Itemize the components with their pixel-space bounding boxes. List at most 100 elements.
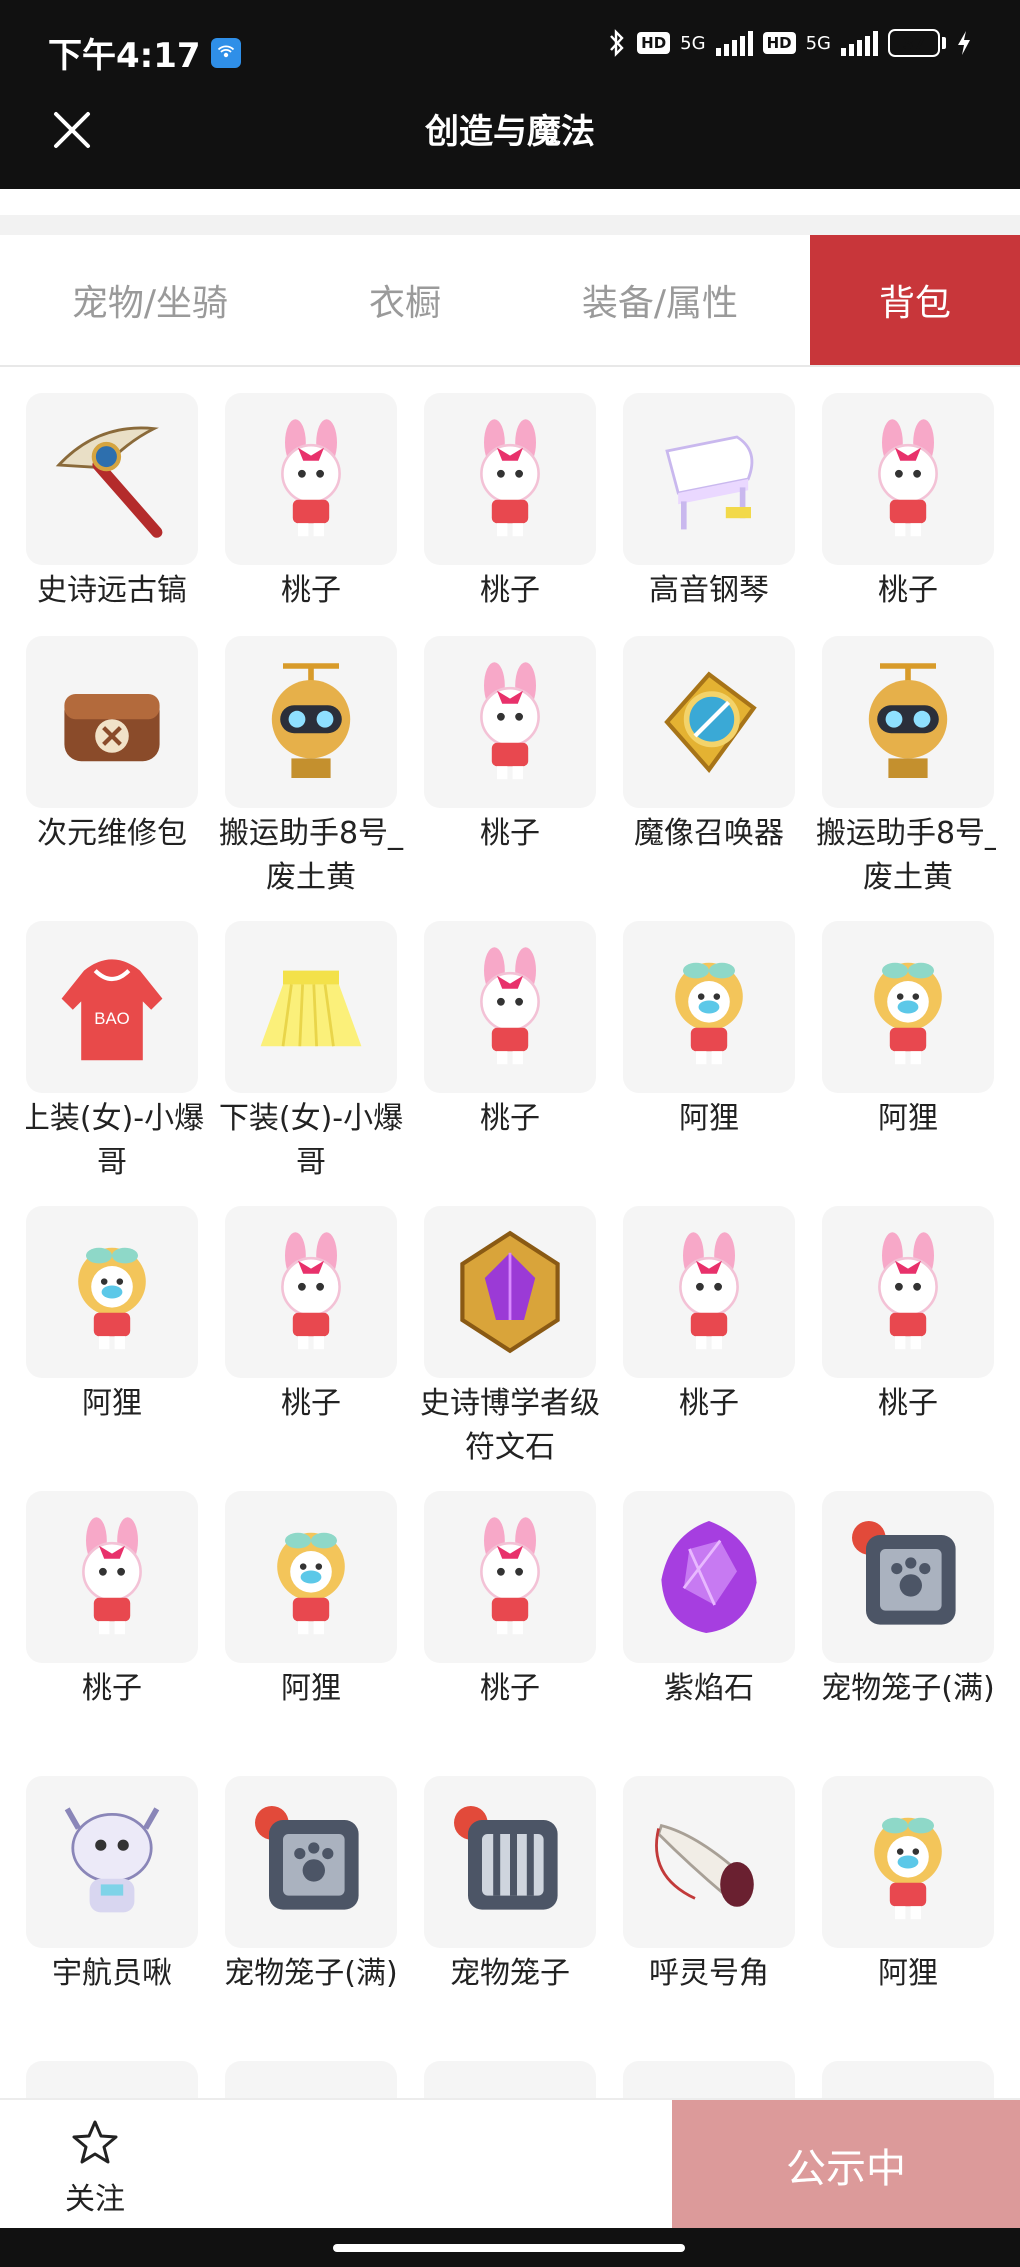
tab-equipment[interactable]: 装备/属性 bbox=[510, 235, 810, 365]
inventory-item[interactable]: 阿狸 bbox=[822, 1776, 994, 1996]
inventory-item[interactable]: 桃子 bbox=[822, 1206, 994, 1426]
horn-icon bbox=[623, 1776, 795, 1948]
bluetooth-icon bbox=[610, 29, 624, 57]
inventory-item[interactable]: 宠物笼子(满) bbox=[224, 1776, 398, 1996]
clock-text: 下午4:17 bbox=[48, 36, 201, 76]
network-label-2: 5G bbox=[805, 32, 831, 54]
inventory-item-partial[interactable] bbox=[623, 2061, 795, 2098]
item-name: 宇航员啾 bbox=[52, 1956, 172, 1991]
item-name: 阿狸 bbox=[878, 1956, 938, 1991]
item-thumbnail bbox=[424, 2061, 596, 2098]
home-indicator[interactable] bbox=[333, 2244, 685, 2252]
inventory-item[interactable]: 紫焰石 bbox=[623, 1491, 795, 1711]
item-name: 史诗远古镐 bbox=[37, 573, 187, 608]
inventory-item-partial[interactable] bbox=[225, 2061, 397, 2098]
inventory-item[interactable]: 桃子 bbox=[225, 1206, 397, 1426]
inventory-item[interactable]: 桃子 bbox=[623, 1206, 795, 1426]
inventory-item-partial[interactable] bbox=[822, 2061, 994, 2098]
item-name: 下装(女)-小爆哥 bbox=[218, 1101, 404, 1180]
wifi-calling-icon bbox=[210, 37, 241, 68]
skirt-icon bbox=[225, 921, 397, 1093]
bunny-icon bbox=[623, 1206, 795, 1378]
network-label: 5G bbox=[680, 32, 706, 54]
item-name: 桃子 bbox=[82, 1671, 142, 1706]
piano-icon bbox=[623, 393, 795, 565]
item-thumbnail bbox=[822, 2061, 994, 2098]
item-name: 搬运助手8号_废土黄 bbox=[218, 816, 404, 895]
inventory-item[interactable]: BAO 上装(女)-小爆哥 bbox=[26, 921, 204, 1185]
tab-wardrobe[interactable]: 衣橱 bbox=[300, 235, 510, 365]
robot-icon bbox=[225, 636, 397, 808]
hd-badge-2: HD bbox=[762, 32, 796, 54]
tab-backpack[interactable]: 背包 bbox=[810, 235, 1020, 365]
lion-icon bbox=[623, 921, 795, 1093]
inventory-item[interactable]: 桃子 bbox=[822, 393, 994, 613]
status-bar: 下午4:17 HD 5G HD 5G 37 bbox=[0, 0, 1020, 92]
item-name: 上装(女)-小爆哥 bbox=[26, 1101, 205, 1180]
svg-text:BAO: BAO bbox=[94, 1009, 129, 1028]
inventory-item[interactable]: 次元维修包 bbox=[26, 636, 198, 856]
inventory-item[interactable]: 宠物笼子 bbox=[424, 1776, 596, 1996]
inventory-item[interactable]: 下装(女)-小爆哥 bbox=[219, 921, 403, 1185]
item-name: 紫焰石 bbox=[664, 1671, 754, 1706]
category-tabs: 宠物/坐骑 衣橱 装备/属性 背包 bbox=[0, 235, 1020, 367]
bottom-action-bar: 关注 公示中 bbox=[0, 2098, 1020, 2230]
repair-bag-icon bbox=[26, 636, 198, 808]
lion-icon bbox=[822, 1776, 994, 1948]
inventory-item[interactable]: 史诗博学者级符文石 bbox=[420, 1206, 600, 1470]
inventory-item[interactable]: 搬运助手8号_废土黄 bbox=[219, 636, 403, 900]
inventory-item-partial[interactable] bbox=[26, 2061, 198, 2098]
item-name: 阿狸 bbox=[679, 1101, 739, 1136]
signal-icon bbox=[715, 30, 753, 56]
inventory-item[interactable]: 桃子 bbox=[424, 1491, 596, 1711]
item-name: 阿狸 bbox=[878, 1101, 938, 1136]
follow-button[interactable]: 关注 bbox=[40, 2118, 150, 2218]
status-time: 下午4:17 bbox=[48, 28, 241, 77]
item-name: 桃子 bbox=[480, 1101, 540, 1136]
inventory-item[interactable]: 搬运助手8号_废土黄 bbox=[816, 636, 996, 900]
inventory-item[interactable]: 魔像召唤器 bbox=[623, 636, 795, 856]
item-name: 阿狸 bbox=[82, 1386, 142, 1421]
divider-strip bbox=[0, 215, 1020, 235]
inventory-item[interactable]: 桃子 bbox=[424, 393, 596, 613]
publicize-button[interactable]: 公示中 bbox=[672, 2100, 1020, 2230]
status-icons: HD 5G HD 5G 37 bbox=[607, 28, 972, 58]
inventory-item[interactable]: 高音钢琴 bbox=[623, 393, 795, 613]
inventory-item-partial[interactable] bbox=[424, 2061, 596, 2098]
inventory-item[interactable]: 阿狸 bbox=[225, 1491, 397, 1711]
item-name: 宠物笼子(满) bbox=[224, 1956, 398, 1991]
item-name: 魔像召唤器 bbox=[634, 816, 784, 851]
item-name: 阿狸 bbox=[281, 1671, 341, 1706]
bunny-icon bbox=[225, 1206, 397, 1378]
inventory-item[interactable]: 宇航员啾 bbox=[26, 1776, 198, 1996]
tab-pets-mounts[interactable]: 宠物/坐骑 bbox=[0, 235, 300, 365]
charging-icon bbox=[958, 31, 970, 55]
inventory-item[interactable]: 桃子 bbox=[225, 393, 397, 613]
inventory-item[interactable]: 桃子 bbox=[424, 636, 596, 856]
summoner-icon bbox=[623, 636, 795, 808]
bunny-icon bbox=[26, 1491, 198, 1663]
inventory-item[interactable]: 史诗远古镐 bbox=[26, 393, 198, 613]
item-name: 桃子 bbox=[480, 573, 540, 608]
inventory-item[interactable]: 阿狸 bbox=[623, 921, 795, 1141]
bunny-icon bbox=[822, 1206, 994, 1378]
lion-icon bbox=[225, 1491, 397, 1663]
lion-icon bbox=[26, 1206, 198, 1378]
star-icon bbox=[72, 2120, 118, 2164]
inventory-item[interactable]: 桃子 bbox=[424, 921, 596, 1141]
bunny-icon bbox=[424, 393, 596, 565]
inventory-item[interactable]: 桃子 bbox=[26, 1491, 198, 1711]
inventory-item[interactable]: 宠物笼子(满) bbox=[821, 1491, 995, 1711]
item-name: 桃子 bbox=[878, 573, 938, 608]
pet-cage-icon bbox=[424, 1776, 596, 1948]
item-name: 史诗博学者级符文石 bbox=[420, 1386, 600, 1465]
inventory-item[interactable]: 阿狸 bbox=[822, 921, 994, 1141]
inventory-item[interactable]: 呼灵号角 bbox=[623, 1776, 795, 1996]
pet-cage-full-icon bbox=[225, 1776, 397, 1948]
purple-gem-icon bbox=[623, 1491, 795, 1663]
inventory-item[interactable]: 阿狸 bbox=[26, 1206, 198, 1426]
lion-icon bbox=[822, 921, 994, 1093]
item-name: 桃子 bbox=[480, 816, 540, 851]
signal-icon-2 bbox=[841, 30, 878, 56]
item-name: 宠物笼子(满) bbox=[821, 1671, 995, 1706]
